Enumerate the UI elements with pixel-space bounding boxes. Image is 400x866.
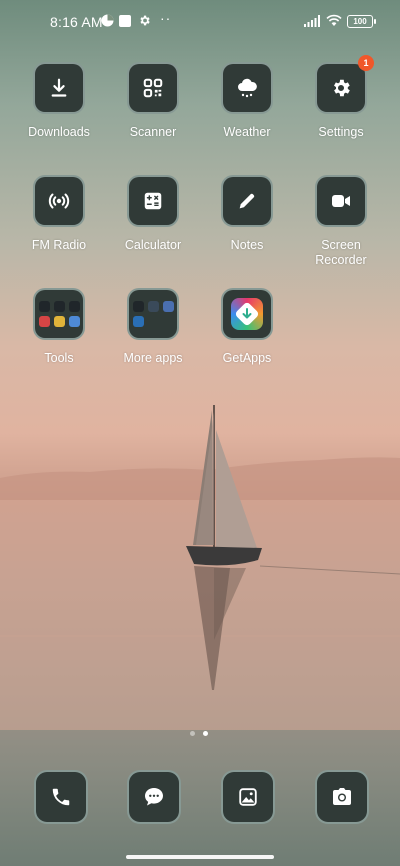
label-line-1: Screen [321, 238, 361, 252]
folder-icon [130, 298, 177, 330]
empty-slot [163, 316, 174, 327]
home-gesture-bar[interactable] [126, 855, 274, 859]
qr-scanner-icon [143, 78, 163, 98]
screen-recorder-tile[interactable] [315, 175, 367, 227]
square-notification-icon [119, 15, 131, 27]
getapps-tile[interactable] [221, 288, 273, 340]
calculator-tile[interactable] [127, 175, 179, 227]
camera-icon [333, 788, 351, 805]
app-label: Tools [44, 351, 74, 365]
dock-gallery[interactable] [221, 770, 275, 824]
app-fm-radio[interactable]: FM Radio [14, 175, 104, 253]
app-label: More apps [123, 351, 183, 365]
folder-tools[interactable]: Tools [14, 288, 104, 366]
app-label: Weather [223, 125, 271, 139]
phone-icon [52, 788, 70, 806]
dock-messages[interactable] [127, 770, 181, 824]
app-label: Screen Recorder [296, 238, 386, 268]
folder-more-apps[interactable]: More apps [108, 288, 198, 366]
app-notes[interactable]: Notes [202, 175, 292, 253]
app-settings[interactable]: 1 Settings [296, 55, 386, 140]
mini-app-icon [162, 301, 174, 312]
message-icon [145, 788, 163, 806]
status-bar: 8:16 AM ·· 100 [0, 0, 400, 44]
app-downloads[interactable]: Downloads [14, 62, 104, 140]
page-dot-1[interactable] [190, 731, 195, 736]
more-notifications-icon: ·· [160, 10, 172, 26]
app-label: Settings [318, 125, 364, 139]
getapps-icon [231, 298, 263, 330]
app-label: Downloads [28, 125, 90, 139]
notification-badge: 1 [358, 55, 374, 71]
page-indicator[interactable] [190, 731, 210, 737]
calculator-icon [144, 192, 162, 210]
dock-camera[interactable] [315, 770, 369, 824]
app-getapps[interactable]: GetApps [202, 288, 292, 366]
app-scanner[interactable]: Scanner [108, 62, 198, 140]
mini-app-icon [38, 316, 50, 327]
weather-cloud-icon [238, 78, 257, 98]
app-label: Calculator [124, 238, 182, 252]
downloads-tile[interactable] [33, 62, 85, 114]
gear-small-icon [140, 15, 150, 26]
more-apps-folder-tile[interactable] [127, 288, 179, 340]
mini-app-icon [38, 301, 50, 312]
app-calculator[interactable]: Calculator [108, 175, 198, 253]
status-time: 8:16 AM [50, 14, 103, 30]
mini-app-icon [53, 316, 65, 327]
app-screen-recorder[interactable]: Screen Recorder [296, 175, 386, 268]
label-line-2: Recorder [315, 253, 367, 267]
data-saver-icon [101, 14, 114, 27]
page-dot-2-active[interactable] [203, 731, 208, 736]
gear-icon [334, 79, 350, 97]
app-weather[interactable]: Weather [202, 62, 292, 140]
mini-app-icon [68, 316, 80, 327]
download-icon [51, 78, 67, 97]
gallery-icon [239, 788, 257, 806]
mini-app-icon [68, 301, 80, 312]
app-label: FM Radio [31, 238, 87, 252]
weather-tile[interactable] [221, 62, 273, 114]
radio-icon [48, 193, 70, 209]
pencil-icon [239, 193, 255, 209]
wifi-icon [326, 14, 342, 26]
empty-slot [148, 316, 159, 327]
video-camera-icon [332, 195, 350, 207]
fm-radio-tile[interactable] [33, 175, 85, 227]
tools-folder-tile[interactable] [33, 288, 85, 340]
mini-app-icon [147, 301, 159, 312]
dock-phone[interactable] [34, 770, 88, 824]
mini-app-icon [132, 316, 144, 327]
mini-app-icon [53, 301, 65, 312]
settings-tile[interactable]: 1 [315, 55, 374, 114]
mini-app-icon [132, 301, 144, 312]
notes-tile[interactable] [221, 175, 273, 227]
app-label: GetApps [222, 351, 272, 365]
folder-icon [36, 298, 83, 330]
scanner-tile[interactable] [127, 62, 179, 114]
battery-icon: 100 [347, 15, 376, 28]
app-label: Notes [230, 238, 264, 252]
app-label: Scanner [129, 125, 177, 139]
signal-icon [304, 15, 320, 27]
